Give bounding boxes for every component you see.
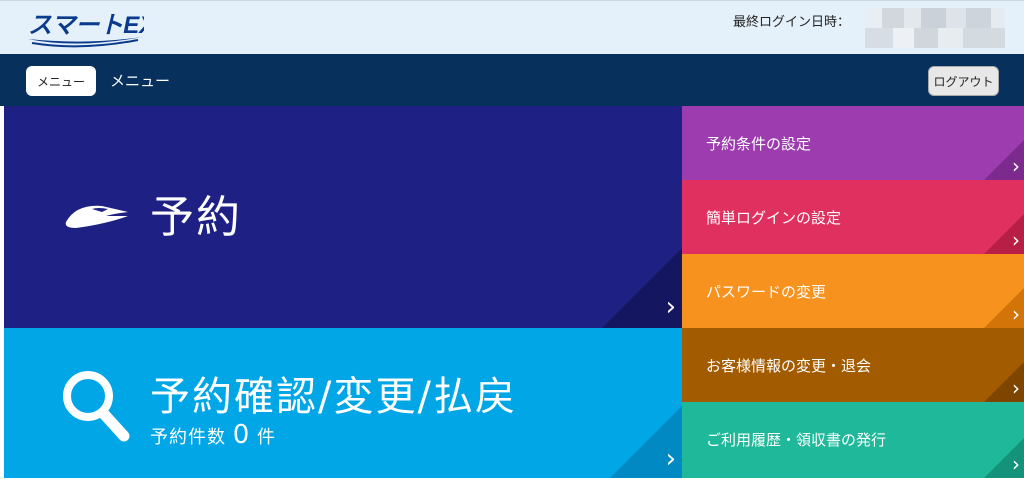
chevron-right-icon: › [1012, 154, 1020, 178]
reservation-confirm-tile[interactable]: 予約確認/変更/払戻 予約件数 0 件 › [4, 328, 682, 478]
side-item-label: お客様情報の変更・退会 [706, 358, 872, 375]
reservation-confirm-label: 予約確認/変更/払戻 [150, 374, 517, 420]
reserve-tile[interactable]: 予約 › [4, 106, 682, 328]
side-item-label: パスワードの変更 [706, 284, 827, 301]
reserve-label: 予約 [150, 192, 242, 243]
reservation-count: 予約件数 0 件 [150, 420, 276, 450]
last-login-label: 最終ログイン日時： [733, 14, 851, 29]
side-item-easy-login-settings[interactable]: 簡単ログインの設定 › [682, 180, 1024, 254]
nav-bar: メニュー メニュー ログアウト [0, 54, 1024, 106]
side-item-history-receipts[interactable]: ご利用履歴・領収書の発行 › [682, 402, 1024, 478]
side-item-label: ご利用履歴・領収書の発行 [706, 432, 887, 449]
reservation-count-suffix: 件 [257, 427, 277, 448]
menu-button[interactable]: メニュー [26, 66, 96, 96]
svg-text:スマートEX: スマートEX [28, 12, 144, 39]
chevron-right-icon: › [1012, 302, 1020, 326]
reservation-count-value: 0 [232, 420, 251, 450]
chevron-right-icon: › [1012, 228, 1020, 252]
header-bar: スマートEX 最終ログイン日時： [0, 0, 1024, 54]
train-icon [65, 205, 128, 228]
search-icon [63, 371, 130, 442]
chevron-right-icon: › [665, 444, 676, 474]
side-item-customer-info[interactable]: お客様情報の変更・退会 › [682, 328, 1024, 402]
page-title: メニュー [110, 73, 171, 90]
chevron-right-icon: › [1012, 376, 1020, 400]
side-item-label: 簡単ログインの設定 [706, 210, 842, 227]
reservation-count-prefix: 予約件数 [150, 427, 226, 448]
side-item-label: 予約条件の設定 [706, 136, 812, 153]
smart-ex-logo[interactable]: スマートEX [26, 7, 144, 49]
side-item-change-password[interactable]: パスワードの変更 › [682, 254, 1024, 328]
chevron-right-icon: › [665, 292, 676, 322]
redacted-login-time [865, 8, 1005, 48]
logout-button[interactable]: ログアウト [928, 66, 999, 96]
side-item-reservation-settings[interactable]: 予約条件の設定 › [682, 106, 1024, 180]
chevron-right-icon: › [1012, 452, 1020, 476]
